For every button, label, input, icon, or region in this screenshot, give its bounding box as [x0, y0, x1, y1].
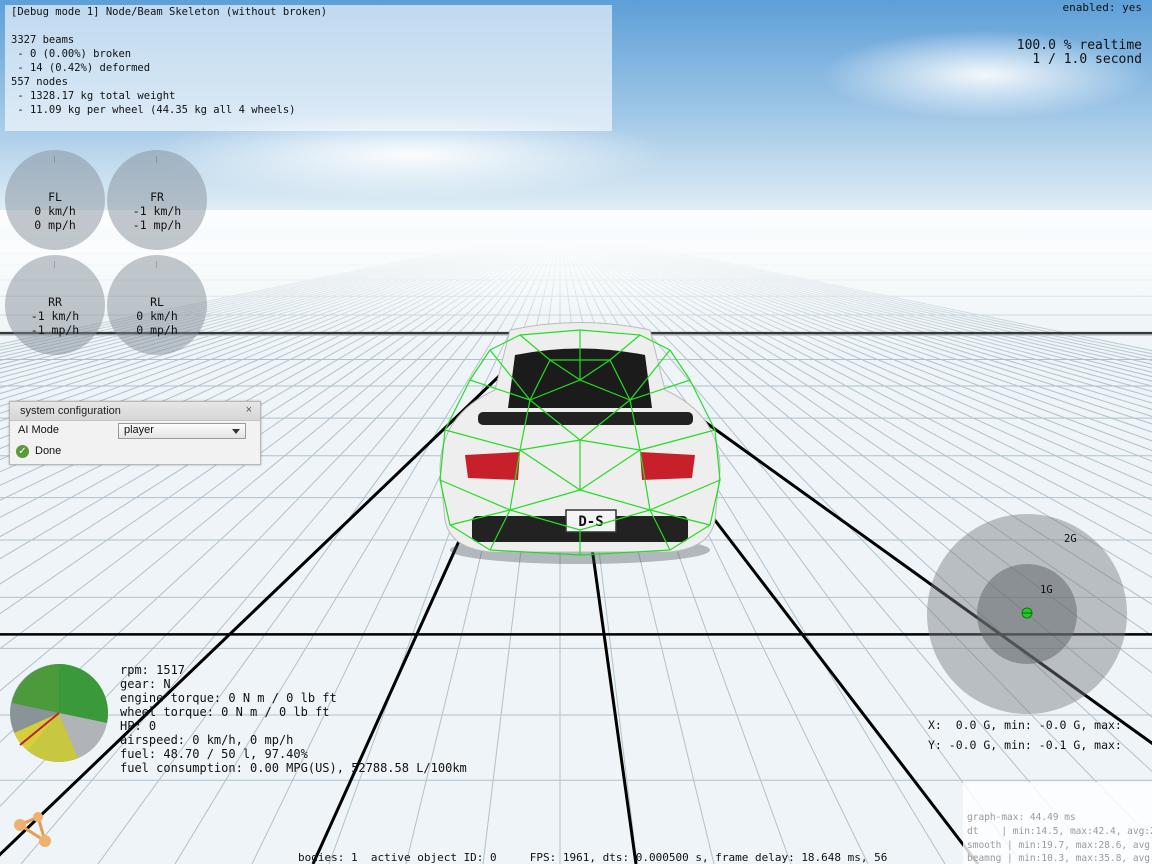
engine-torque-readout: engine torque: 0 N m / 0 lb ft	[120, 691, 337, 705]
debug-title: [Debug mode 1] Node/Beam Skeleton (witho…	[11, 6, 328, 18]
wheel-kmh: 0 km/h	[34, 204, 76, 218]
ai-mode-select[interactable]: player	[118, 423, 246, 439]
system-configuration-window: system configuration × AI Mode player ✓ …	[9, 401, 261, 465]
graph-dt-stats: dt | min:14.5, max:42.4, avg:24.5	[967, 826, 1152, 837]
graph-max-label: graph-max: 44.49 ms	[967, 812, 1076, 823]
window-titlebar[interactable]: system configuration ×	[10, 402, 260, 421]
wheel-kmh: -1 km/h	[30, 309, 80, 323]
beam-count: 3327 beams	[11, 34, 75, 46]
hp-readout: HP: 0	[120, 719, 157, 733]
wheel-name: FL	[48, 190, 62, 204]
gforce-1g-label: 1G	[1040, 584, 1053, 596]
chevron-down-icon	[232, 429, 240, 434]
gforce-y-readout: Y: -0.0 G, min: -0.1 G, max:	[928, 738, 1122, 752]
wheel-gauge-rr: RR -1 km/h -1 mp/h	[5, 255, 105, 355]
wheel-gauge-fr: FR -1 km/h -1 mp/h	[107, 150, 207, 250]
wheel-gauge-fl: FL 0 km/h 0 mp/h	[5, 150, 105, 250]
wheel-kmh: 0 km/h	[136, 309, 178, 323]
node-count: 557 nodes	[11, 76, 68, 88]
frame-time-graph-panel: graph-max: 44.49 ms dt | min:14.5, max:4…	[963, 782, 1152, 864]
wheel-name: RR	[48, 295, 62, 309]
wheel-mph: -1 mp/h	[132, 218, 182, 232]
done-button[interactable]: ✓ Done	[16, 444, 76, 460]
ai-mode-value: player	[124, 424, 154, 436]
airspeed-readout: airspeed: 0 km/h, 0 mp/h	[120, 733, 294, 747]
gforce-x-readout: X: 0.0 G, min: -0.0 G, max:	[928, 718, 1122, 732]
gforce-2g-label: 2G	[1064, 533, 1077, 545]
enabled-status: enabled: yes	[1062, 1, 1142, 14]
wheel-mph: -1 mp/h	[30, 323, 80, 337]
license-plate: D-S	[578, 514, 603, 530]
weight-per-wheel: - 11.09 kg per wheel (44.35 kg all 4 whe…	[11, 104, 296, 116]
skeleton-beam	[669, 349, 691, 381]
gear-readout: gear: N	[120, 677, 171, 691]
car: D-S	[439, 322, 721, 564]
fuel-readout: fuel: 48.70 / 50 l, 97.40%	[120, 747, 308, 761]
wheel-torque-readout: wheel torque: 0 N m / 0 lb ft	[120, 705, 330, 719]
node-graph-icon[interactable]	[12, 807, 58, 853]
total-weight: - 1328.17 kg total weight	[11, 90, 176, 102]
gforce-meter	[927, 514, 1127, 714]
rpm-pie-gauge	[10, 664, 109, 762]
deformed-count: - 14 (0.42%) deformed	[11, 62, 151, 74]
wheel-name: FR	[150, 190, 164, 204]
debug-info-panel: [Debug mode 1] Node/Beam Skeleton (witho…	[5, 5, 612, 131]
broken-count: - 0 (0.00%) broken	[11, 48, 132, 60]
skeleton-beam	[469, 349, 491, 381]
graph-smooth-stats: smooth | min:19.7, max:28.6, avg:24.3	[967, 840, 1152, 851]
fuel-consumption-readout: fuel consumption: 0.00 MPG(US), 52788.58…	[120, 761, 467, 775]
done-label: Done	[35, 445, 62, 457]
realtime-percent: 100.0 % realtime	[1016, 38, 1142, 53]
ai-mode-label: AI Mode	[18, 424, 59, 436]
check-icon: ✓	[16, 445, 29, 458]
wheel-mph: 0 mp/h	[34, 218, 76, 232]
wheel-kmh: -1 km/h	[132, 204, 182, 218]
close-icon[interactable]: ×	[246, 404, 252, 416]
wheel-gauge-rl: RL 0 km/h 0 mp/h	[107, 255, 207, 355]
wheel-mph: 0 mp/h	[136, 323, 178, 337]
time-ratio: 1 / 1.0 second	[1032, 52, 1142, 67]
status-bar: bodies: 1 active object ID: 0 FPS: 1961,…	[298, 851, 888, 864]
graph-beamng-stats: beamng | min:10.3, max:35.8, avg:19.4	[967, 853, 1152, 864]
window-title: system configuration	[20, 405, 121, 417]
rpm-readout: rpm: 1517	[120, 663, 186, 677]
wheel-name: RL	[150, 295, 164, 309]
